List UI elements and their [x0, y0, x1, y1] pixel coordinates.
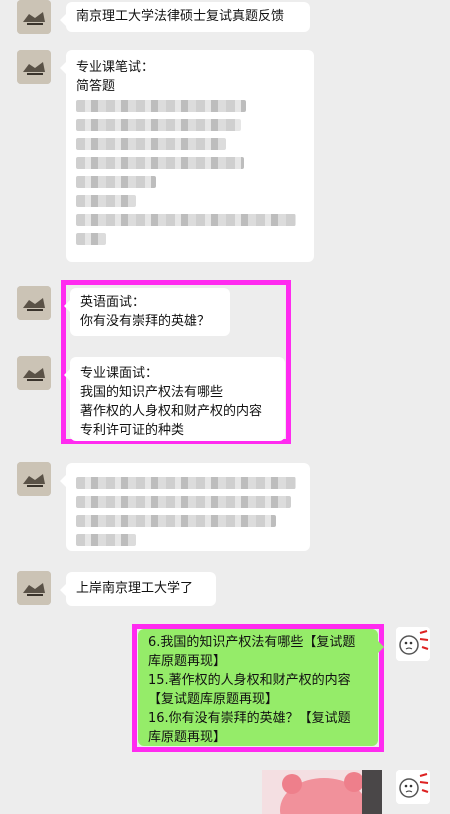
blurred-text [76, 157, 244, 169]
message-line: 专利许可证的种类 [80, 423, 185, 438]
message-bubble: 南京理工大学法律硕士复试真题反馈 [60, 2, 310, 32]
message-line: 你有没有崇拜的英雄？ [80, 314, 211, 329]
message-text: 上岸南京理工大学了 [76, 581, 194, 596]
message-line: 6.我国的知识产权法有哪些【复试题 [148, 635, 356, 650]
blurred-text [76, 515, 276, 527]
message-line: 【复试题库原题再现】 [148, 692, 279, 707]
blurred-text [76, 534, 136, 546]
avatar[interactable] [17, 0, 51, 34]
message-line: 英语面试： [80, 295, 146, 310]
avatar[interactable] [17, 571, 51, 605]
message-bubble: 英语面试： 你有没有崇拜的英雄？ [64, 288, 230, 336]
blurred-text [76, 119, 241, 131]
message-bubble [60, 463, 310, 551]
message-line: 15.著作权的人身权和财产权的内容 [148, 673, 351, 688]
blurred-text [76, 138, 226, 150]
message-bubble: 专业课面试： 我国的知识产权法有哪些 著作权的人身权和财产权的内容 专利许可证的… [64, 357, 285, 441]
message-line: 专业课面试： [80, 366, 159, 381]
sent-image[interactable] [262, 770, 382, 814]
message-line: 16.你有没有崇拜的英雄？【复试题 [148, 711, 351, 726]
message-line: 我国的知识产权法有哪些 [80, 385, 224, 400]
message-line: 专业课笔试： [76, 60, 155, 75]
blurred-text [76, 214, 296, 226]
avatar[interactable] [17, 50, 51, 84]
message-line: 库原题再现】 [148, 654, 227, 669]
blurred-text [76, 100, 246, 112]
avatar[interactable] [17, 286, 51, 320]
blurred-text [76, 477, 296, 489]
blurred-text [76, 233, 106, 245]
avatar[interactable] [17, 462, 51, 496]
blurred-text [76, 496, 291, 508]
message-bubble: 专业课笔试： 简答题 [60, 50, 314, 262]
message-text: 南京理工大学法律硕士复试真题反馈 [76, 9, 285, 24]
message-bubble: 上岸南京理工大学了 [60, 572, 216, 606]
avatar[interactable] [17, 356, 51, 390]
message-line: 著作权的人身权和财产权的内容 [80, 404, 263, 419]
message-line: 简答题 [76, 79, 116, 94]
blurred-text [76, 195, 136, 207]
self-avatar[interactable] [396, 627, 430, 661]
self-avatar[interactable] [396, 770, 430, 804]
blurred-text [76, 176, 156, 188]
message-line: 库原题再现】 [148, 730, 227, 745]
sent-message-bubble: 6.我国的知识产权法有哪些【复试题 库原题再现】 15.著作权的人身权和财产权的… [138, 629, 384, 746]
